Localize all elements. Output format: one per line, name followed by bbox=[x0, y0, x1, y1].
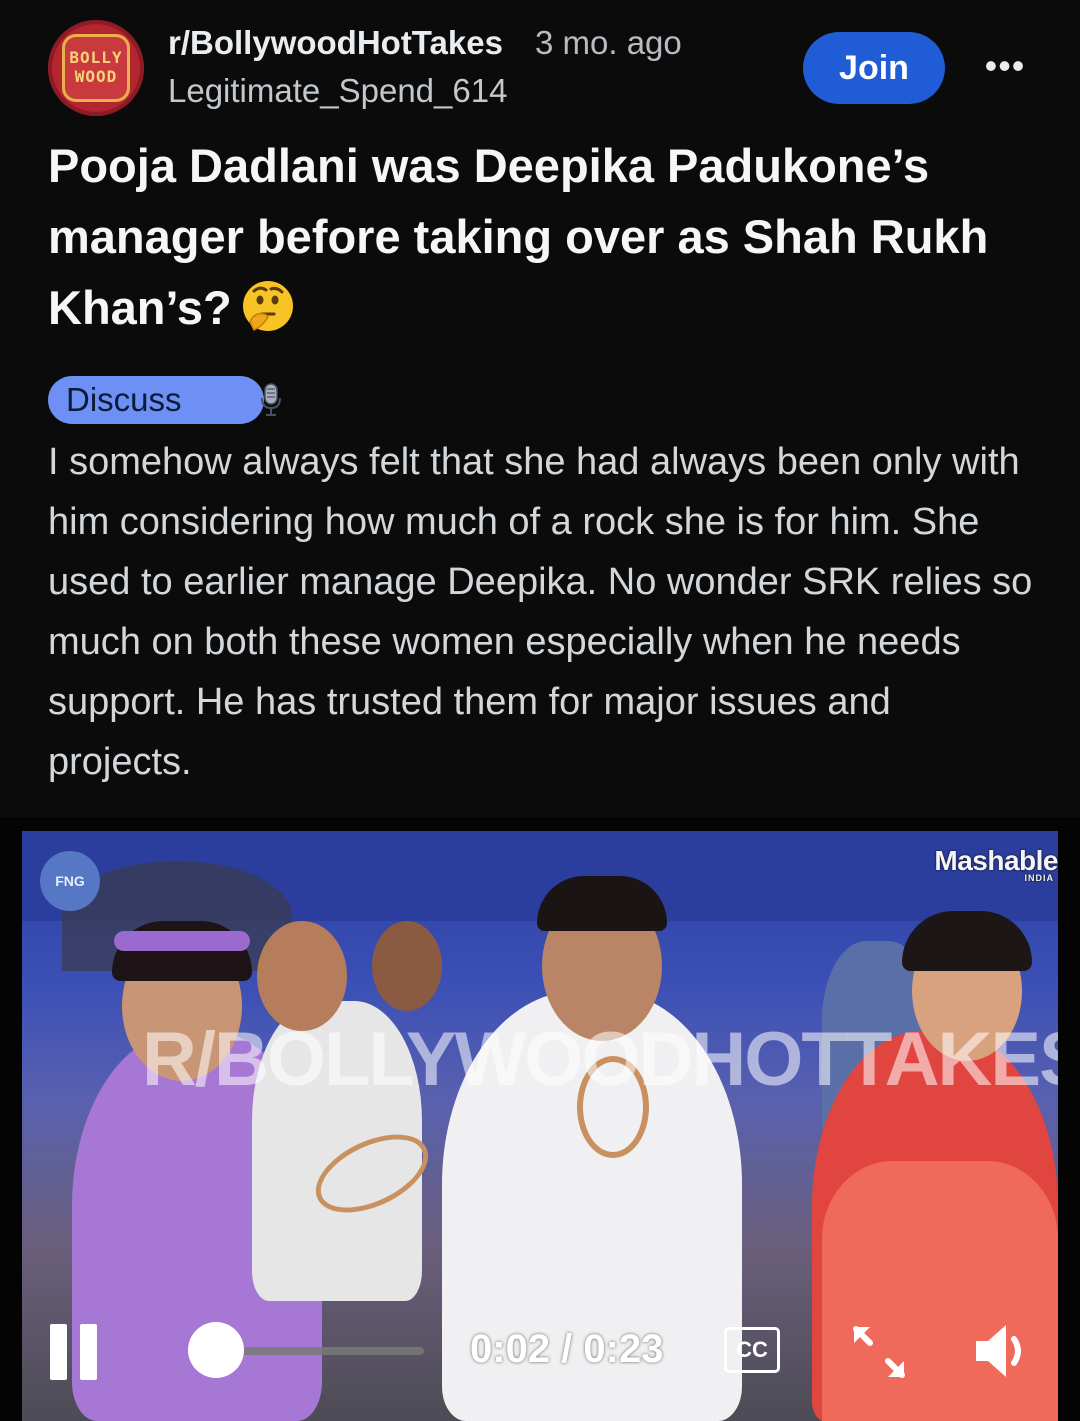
pause-bar-right bbox=[80, 1324, 97, 1380]
video-scene-headband bbox=[114, 931, 250, 951]
video-scene-hair-center bbox=[537, 876, 667, 931]
avatar-logo-text: BOLLY WOOD bbox=[69, 48, 123, 86]
microphone-icon bbox=[261, 383, 281, 416]
avatar-badge: BOLLY WOOD bbox=[62, 34, 130, 102]
join-button[interactable]: Join bbox=[803, 32, 945, 104]
post-body: I somehow always felt that she had alway… bbox=[48, 441, 1033, 783]
video-scene-cloth bbox=[822, 1161, 1058, 1421]
author-name[interactable]: Legitimate_Spend_614 bbox=[168, 72, 507, 110]
post-title-text: Pooja Dadlani was Deepika Padukone’s man… bbox=[48, 139, 989, 334]
mashable-logo-text: Mashable bbox=[934, 845, 1058, 876]
seek-handle[interactable] bbox=[188, 1322, 244, 1378]
subreddit-avatar[interactable]: BOLLY WOOD bbox=[48, 20, 144, 116]
flair-tag[interactable]: Discuss bbox=[48, 376, 281, 424]
post-time: 3 mo. ago bbox=[535, 24, 682, 61]
mashable-logo: Mashable INDIA bbox=[934, 845, 1058, 883]
video-player[interactable]: FNG Mashable INDIA R/BOLLYWOODHOTTAKES 0:… bbox=[0, 817, 1080, 1421]
fullscreen-icon[interactable] bbox=[850, 1323, 908, 1381]
time-display: 0:02 / 0:23 bbox=[470, 1327, 664, 1371]
thinking-face-icon bbox=[242, 281, 293, 332]
subreddit-name[interactable]: r/BollywoodHotTakes bbox=[168, 24, 503, 62]
fng-logo: FNG bbox=[40, 851, 100, 911]
more-options-icon[interactable]: ••• bbox=[980, 48, 1030, 88]
pause-bar-left bbox=[50, 1324, 67, 1380]
closed-captions-button[interactable]: CC bbox=[724, 1327, 780, 1373]
flair-label: Discuss bbox=[66, 381, 182, 418]
video-scene-head-mid-left bbox=[257, 921, 347, 1031]
post-header: BOLLY WOOD r/BollywoodHotTakes 3 mo. ago… bbox=[0, 0, 1080, 130]
volume-icon[interactable] bbox=[972, 1321, 1036, 1381]
video-scene-hair-left bbox=[112, 921, 252, 981]
pause-icon[interactable] bbox=[50, 1324, 102, 1380]
video-watermark: R/BOLLYWOODHOTTAKES bbox=[142, 1017, 1058, 1102]
post-page: BOLLY WOOD r/BollywoodHotTakes 3 mo. ago… bbox=[0, 0, 1080, 1421]
post-title[interactable]: Pooja Dadlani was Deepika Padukone’s man… bbox=[48, 130, 1048, 343]
video-scene-head-back bbox=[372, 921, 442, 1011]
